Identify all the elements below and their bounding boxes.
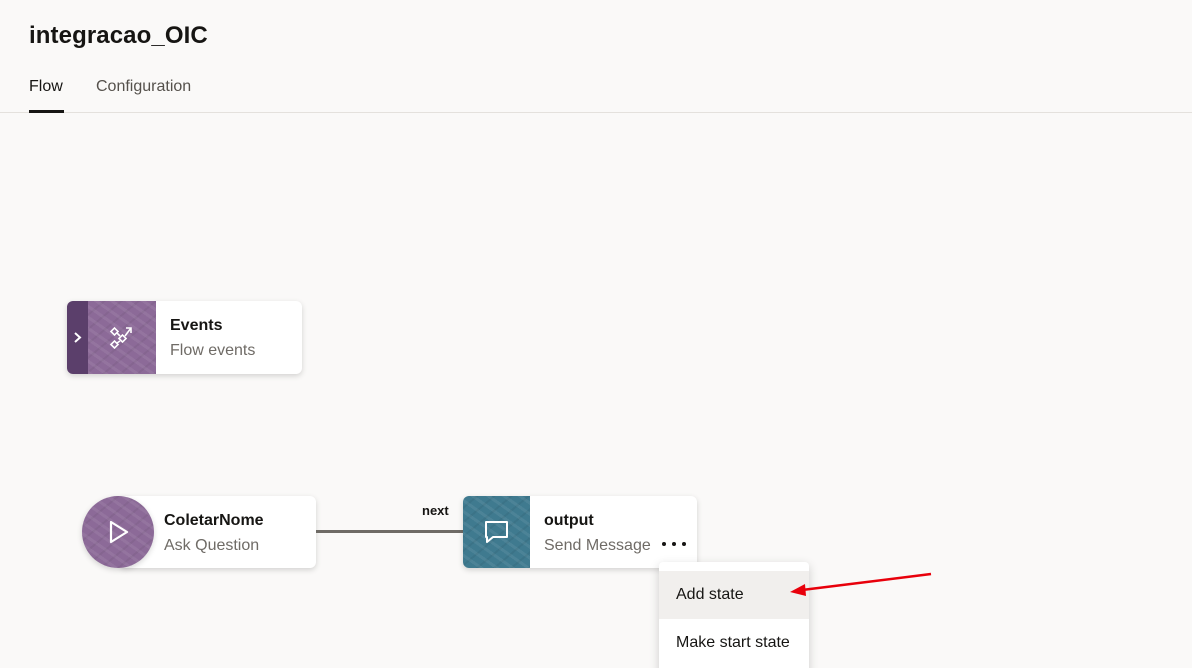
state-node-subtitle: Send Message [544, 537, 651, 554]
ellipsis-dot-icon [662, 542, 666, 546]
ellipsis-dot-icon [672, 542, 676, 546]
ellipsis-dot-icon [682, 542, 686, 546]
tab-configuration[interactable]: Configuration [96, 78, 191, 113]
events-node-subtitle: Flow events [170, 342, 256, 359]
message-icon-tile [463, 496, 530, 568]
flow-canvas[interactable]: Events Flow events ColetarNome Ask Quest… [0, 113, 1192, 668]
state-node-subtitle: Ask Question [164, 537, 260, 554]
state-node-title: output [544, 512, 594, 529]
state-node-output[interactable]: output Send Message [463, 496, 697, 568]
start-state-circle[interactable] [82, 496, 154, 568]
tab-bar: Flow Configuration [0, 70, 1192, 113]
events-node-title: Events [170, 317, 223, 334]
tab-flow[interactable]: Flow [29, 78, 64, 113]
page-title: integracao_OIC [29, 22, 208, 49]
play-icon [109, 520, 129, 544]
events-icon [109, 326, 132, 350]
annotation-arrow-icon [790, 572, 932, 596]
events-icon-tile [88, 301, 156, 374]
transition-label: next [422, 503, 449, 518]
events-node[interactable]: Events Flow events [67, 301, 302, 374]
chat-bubble-icon [485, 521, 508, 543]
menu-item-make-start-state[interactable]: Make start state [659, 619, 809, 667]
state-node-title: ColetarNome [164, 512, 264, 529]
expand-events-button[interactable] [67, 301, 88, 374]
chevron-right-icon [74, 332, 82, 343]
more-actions-button[interactable] [659, 534, 691, 554]
transition-line[interactable] [316, 530, 463, 533]
